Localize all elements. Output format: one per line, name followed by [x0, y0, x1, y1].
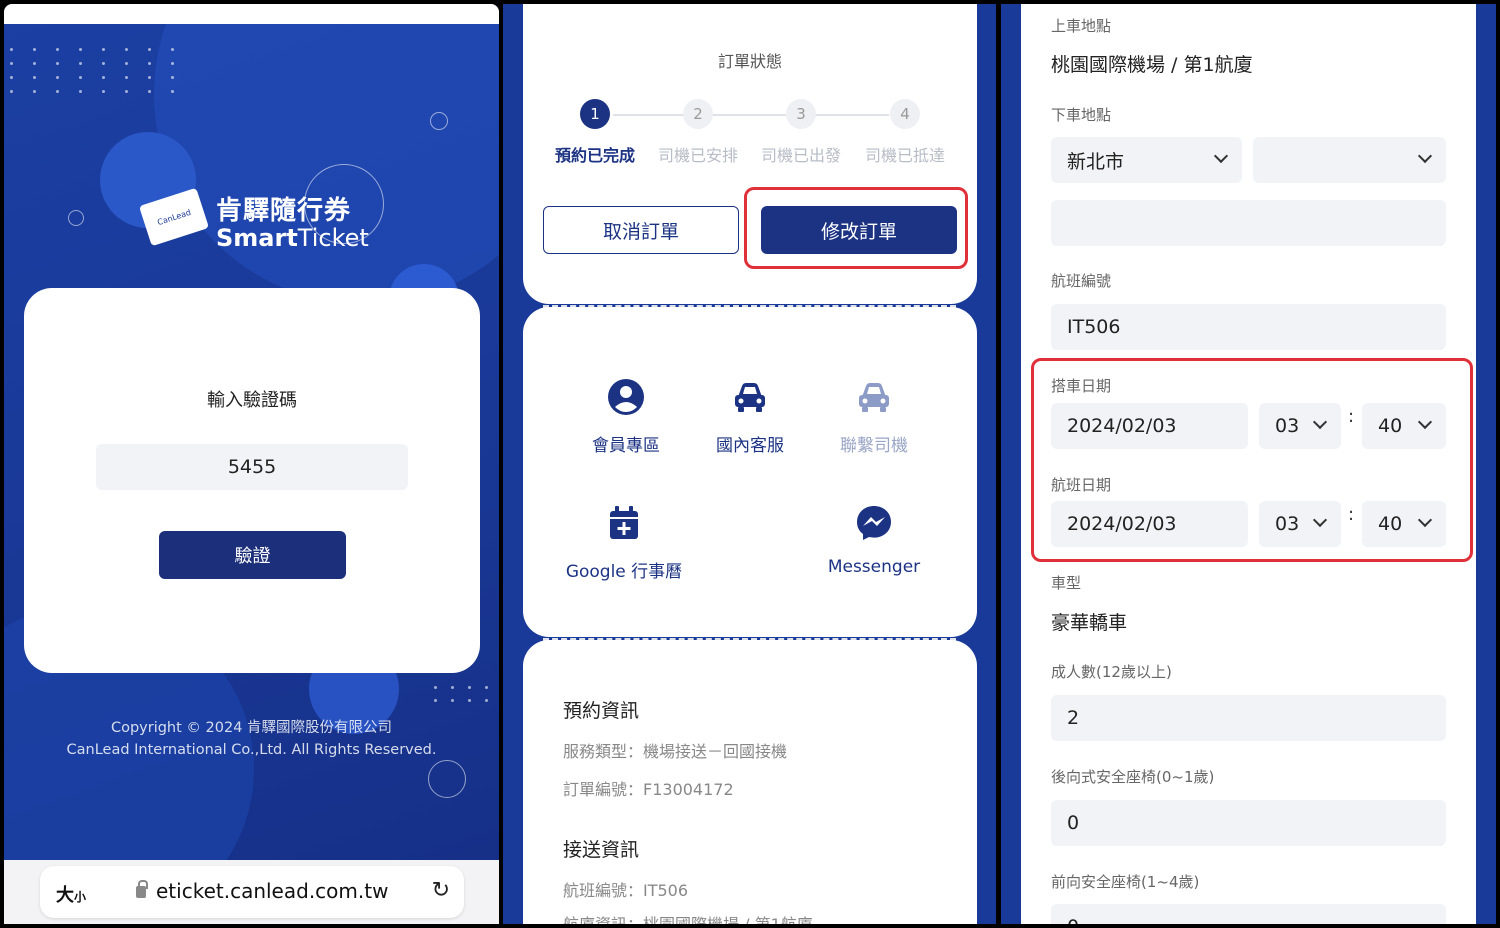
- url-text: eticket.canlead.com.tw: [156, 879, 389, 903]
- customer-service-link[interactable]: 國內客服: [680, 377, 820, 456]
- adults-input[interactable]: 2: [1051, 695, 1446, 741]
- transfer-heading: 接送資訊: [563, 839, 640, 861]
- chevron-down-icon: [1417, 148, 1433, 164]
- dot-pattern: [10, 48, 174, 93]
- dropoff-district-select[interactable]: [1253, 137, 1446, 183]
- booking-heading: 預約資訊: [563, 700, 640, 722]
- service-type-row: 服務類型：機場接送－回國接機: [563, 742, 788, 761]
- highlight-box: [1031, 358, 1473, 562]
- car-type-label: 車型: [1051, 574, 1082, 592]
- copyright-line: Copyright © 2024 肯驛國際股份有限公司: [110, 720, 393, 736]
- verification-card: 輸入驗證碼 5455 驗證: [24, 288, 480, 673]
- step-label-2: 司機已安排: [657, 146, 738, 165]
- flight-number-label: 航班編號: [1051, 272, 1112, 290]
- front-seat-label: 前向安全座椅(1~4歲): [1051, 873, 1200, 891]
- car-icon: [859, 383, 889, 412]
- url-field[interactable]: 大小 eticket.canlead.com.tw ↻: [40, 866, 464, 918]
- calendar-plus-icon: [610, 506, 638, 539]
- rear-seat-input[interactable]: 0: [1051, 800, 1446, 846]
- step-4: 4: [890, 99, 920, 129]
- bg-blob: [154, 4, 499, 304]
- step-connector: [613, 114, 889, 116]
- bg-ring: [68, 210, 84, 226]
- terminal-info-row: 航廈資訊：桃園國際機場 / 第1航廈: [563, 911, 813, 924]
- step-label-3: 司機已出發: [760, 146, 841, 165]
- dropoff-city-select[interactable]: 新北市: [1051, 137, 1242, 183]
- bg-ring: [428, 760, 466, 798]
- step-2: 2: [683, 99, 713, 129]
- pickup-label: 上車地點: [1051, 17, 1112, 35]
- messenger-icon: [857, 506, 891, 540]
- car-type-value: 豪華轎車: [1051, 612, 1128, 634]
- flight-number-input[interactable]: IT506: [1051, 304, 1446, 350]
- order-number-row: 訂單編號：F13004172: [563, 780, 734, 799]
- reload-icon[interactable]: ↻: [432, 878, 450, 903]
- ticket-icon: CanLead: [138, 187, 210, 247]
- logo-title: 肯驛隨行券: [216, 196, 352, 226]
- edit-order-screen: 上車地點 桃園國際機場 / 第1航廈 下車地點 新北市 航班編號 IT506 搭…: [1001, 4, 1496, 924]
- status-strip: [4, 4, 499, 24]
- verification-code-input[interactable]: 5455: [96, 444, 408, 490]
- cancel-order-button[interactable]: 取消訂單: [543, 206, 739, 254]
- step-label-4: 司機已抵達: [864, 146, 945, 165]
- adults-label: 成人數(12歲以上): [1051, 663, 1172, 681]
- smartticket-logo: CanLead 肯驛隨行券 SmartTicket: [136, 187, 369, 254]
- verify-button[interactable]: 驗證: [159, 531, 346, 579]
- dot-pattern: [434, 686, 488, 702]
- edit-form: 上車地點 桃園國際機場 / 第1航廈 下車地點 新北市 航班編號 IT506 搭…: [1021, 4, 1476, 924]
- flight-number-row: 航班編號：IT506: [563, 881, 689, 900]
- booking-info-card: 預約資訊 服務類型：機場接送－回國接機 訂單編號：F13004172 接送資訊 …: [523, 640, 977, 924]
- status-card: 訂單狀態 1 2 3 4 預約已完成 司機已安排 司機已出發 司機已抵達 取消訂…: [523, 4, 977, 304]
- screenshot-collage: CanLead 肯驛隨行券 SmartTicket 輸入驗證碼 5455 驗證 …: [0, 0, 1500, 928]
- dropoff-label: 下車地點: [1051, 106, 1112, 124]
- user-icon: [608, 379, 644, 415]
- text-size-button[interactable]: 大小: [56, 881, 86, 907]
- contact-driver-link[interactable]: 聯繫司機: [804, 377, 944, 456]
- messenger-link[interactable]: Messenger: [804, 503, 944, 577]
- member-area-link[interactable]: 會員專區: [556, 377, 696, 456]
- logo-subtitle: SmartTicket: [216, 224, 369, 252]
- lock-icon: [136, 880, 148, 898]
- step-label-1: 預約已完成: [554, 146, 635, 165]
- login-screen: CanLead 肯驛隨行券 SmartTicket 輸入驗證碼 5455 驗證 …: [4, 4, 499, 924]
- status-title: 訂單狀態: [717, 52, 782, 71]
- google-calendar-link[interactable]: Google 行事曆: [554, 503, 694, 582]
- verification-prompt: 輸入驗證碼: [207, 390, 297, 411]
- highlight-box: [744, 187, 968, 269]
- pickup-value: 桃園國際機場 / 第1航廈: [1051, 54, 1253, 76]
- chevron-down-icon: [1213, 148, 1229, 164]
- dropoff-address-input[interactable]: [1051, 200, 1446, 246]
- bg-ring: [430, 112, 448, 130]
- front-seat-input[interactable]: 0: [1051, 904, 1446, 924]
- rear-seat-label: 後向式安全座椅(0~1歲): [1051, 768, 1215, 786]
- car-icon: [735, 383, 765, 412]
- services-card: 會員專區 國內客服 聯繫司機 Google 行事曆 Messenger: [523, 307, 977, 637]
- browser-address-bar: 大小 eticket.canlead.com.tw ↻: [4, 860, 499, 924]
- copyright-line: CanLead International Co.,Ltd. All Right…: [66, 742, 437, 758]
- step-3: 3: [786, 99, 816, 129]
- order-status-screen: 訂單狀態 1 2 3 4 預約已完成 司機已安排 司機已出發 司機已抵達 取消訂…: [503, 4, 996, 924]
- step-1: 1: [580, 99, 610, 129]
